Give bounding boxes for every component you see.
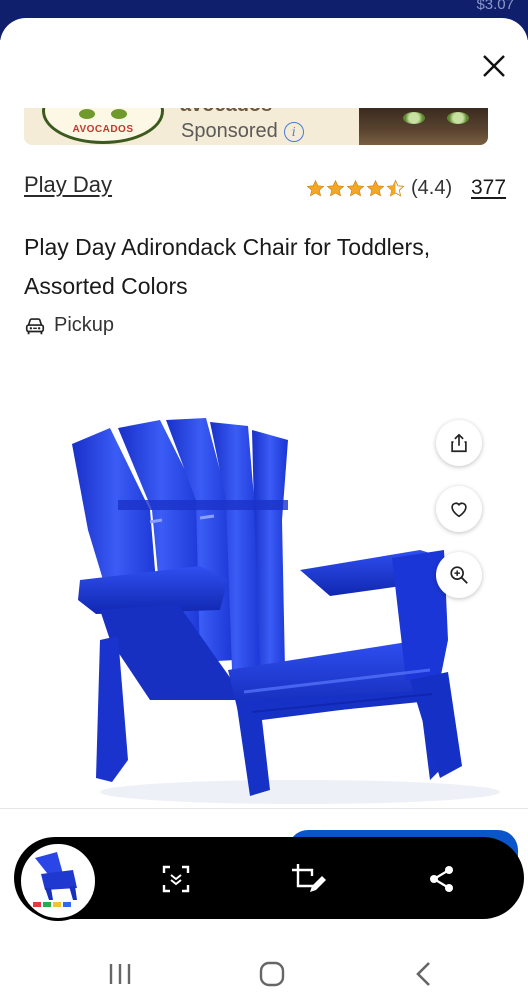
home-icon (259, 961, 285, 987)
share-lens-button[interactable] (420, 857, 464, 901)
system-nav-bar (0, 940, 528, 1008)
favorite-button[interactable] (436, 486, 482, 532)
info-icon[interactable]: i (283, 121, 304, 142)
pickup-label: Pickup (54, 314, 115, 336)
price-text: $3.07 (476, 0, 514, 13)
ad-headline: avocados (180, 108, 272, 117)
share-button[interactable] (436, 420, 482, 466)
ad-image (359, 108, 488, 145)
zoom-button[interactable] (436, 552, 482, 598)
car-icon (25, 317, 45, 334)
thumbnail-chair-icon (33, 852, 77, 907)
star-full-icon (326, 179, 345, 197)
avocados-logo: AVOCADOS (42, 108, 164, 144)
rating[interactable]: (4.4) (306, 177, 452, 200)
zoom-in-icon (450, 566, 468, 584)
star-half-icon (386, 179, 405, 197)
recent-apps-button[interactable] (100, 958, 140, 990)
brand-link[interactable]: Play Day (24, 172, 112, 198)
recent-apps-icon (109, 964, 131, 984)
sponsored-ad-banner[interactable]: AVOCADOS avocados Sponsored i (24, 108, 488, 145)
back-icon (416, 962, 430, 986)
scan-icon (162, 865, 190, 893)
sponsored-label: Sponsored i (181, 120, 304, 143)
sponsored-text: Sponsored (181, 120, 278, 142)
star-rating (306, 179, 405, 198)
heart-icon (451, 502, 467, 518)
close-icon (483, 55, 505, 77)
crop-edit-icon (292, 864, 326, 892)
scan-button[interactable] (154, 857, 198, 901)
logo-text: AVOCADOS (72, 124, 134, 135)
home-button[interactable] (252, 958, 292, 990)
share-upload-icon (451, 433, 467, 453)
image-thumbnail[interactable] (18, 841, 98, 921)
share-icon (430, 866, 453, 892)
star-full-icon (366, 179, 385, 197)
rating-value: (4.4) (411, 177, 453, 199)
back-button[interactable] (404, 958, 444, 990)
star-full-icon (346, 179, 365, 197)
lens-toolbar (14, 837, 524, 921)
divider (0, 808, 528, 809)
crop-edit-button[interactable] (286, 857, 330, 901)
review-count-link[interactable]: 377 (471, 176, 506, 200)
close-button[interactable] (474, 46, 514, 86)
pickup-availability: Pickup (24, 314, 114, 337)
product-title: Play Day Adirondack Chair for Toddlers, … (24, 234, 431, 299)
star-full-icon (306, 179, 325, 197)
